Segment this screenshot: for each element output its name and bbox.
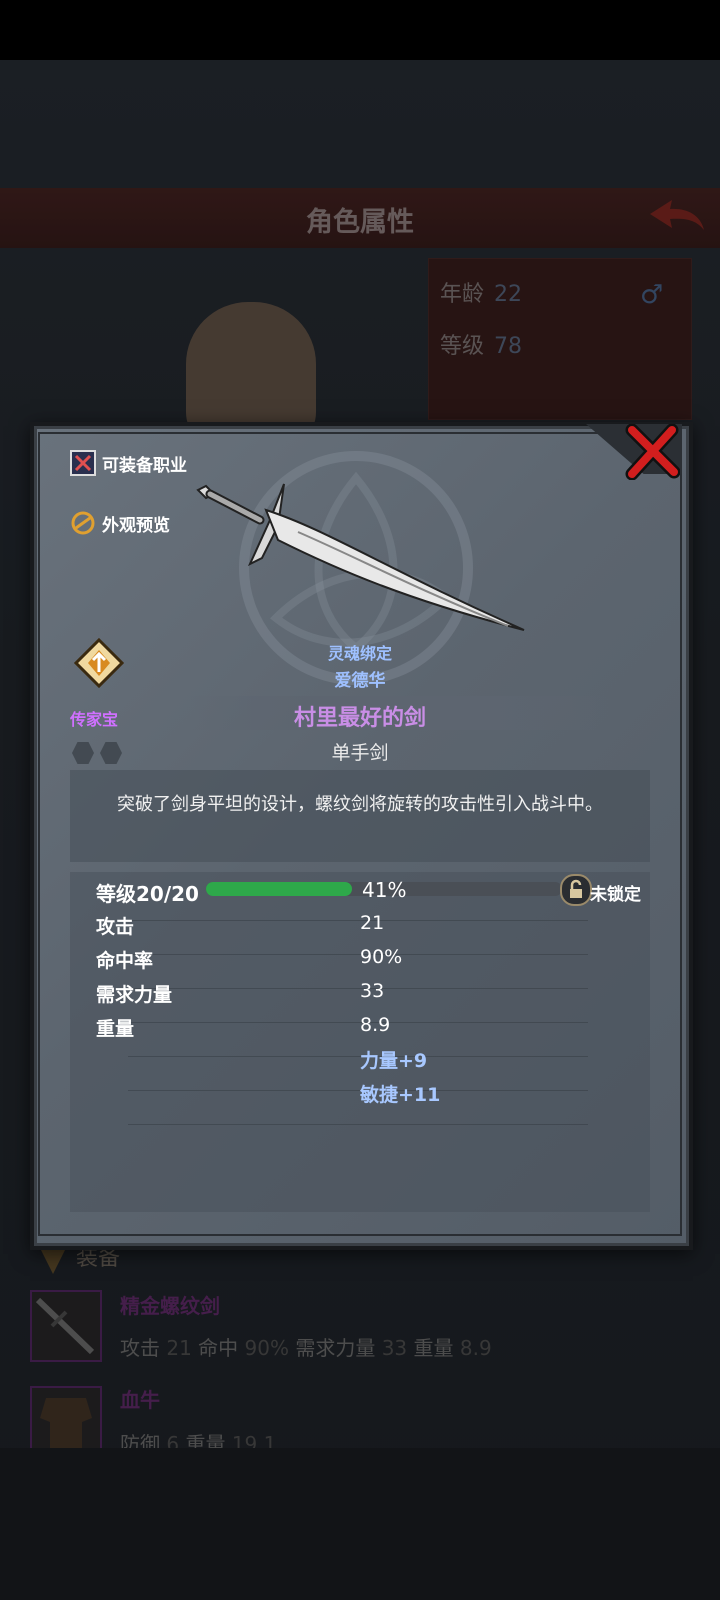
divider	[128, 1124, 588, 1125]
crossed-weapons-icon	[70, 450, 96, 476]
stat-value: 8.9	[360, 1014, 391, 1036]
item-type: 单手剑	[331, 742, 389, 764]
stat-label: 攻击	[96, 916, 135, 938]
stat-label: 重量	[96, 1018, 135, 1040]
bonus-stat: 力量+9	[360, 1050, 428, 1072]
level-progress-text: 41%	[362, 878, 407, 902]
level-progress-fill	[206, 882, 352, 896]
divider	[128, 1090, 588, 1091]
stat-label: 命中率	[96, 950, 154, 972]
divider	[128, 988, 588, 989]
status-bar	[0, 0, 720, 60]
lock-icon[interactable]	[560, 874, 592, 906]
divider	[128, 920, 588, 921]
item-description: 突破了剑身平坦的设计，螺纹剑将旋转的攻击性引入战斗中。	[117, 794, 603, 815]
item-name: 村里最好的剑	[293, 706, 426, 731]
stat-value: 90%	[360, 946, 403, 968]
close-icon[interactable]	[624, 424, 680, 480]
lock-status[interactable]: 未锁定	[590, 880, 641, 905]
heirloom-icon	[74, 638, 124, 688]
stat-value: 33	[360, 980, 385, 1002]
divider	[128, 1022, 588, 1023]
divider	[128, 1056, 588, 1057]
appearance-preview-button[interactable]: 外观预览	[70, 508, 170, 538]
sword-image	[196, 483, 525, 631]
equip-class-button[interactable]: 可装备职业	[70, 448, 187, 478]
stat-value: 21	[360, 912, 385, 934]
divider	[128, 954, 588, 955]
bonus-stat: 敏捷+11	[360, 1084, 441, 1106]
level-label: 等级20/20	[96, 882, 199, 906]
preview-icon	[70, 510, 96, 536]
stat-label: 需求力量	[96, 984, 173, 1006]
